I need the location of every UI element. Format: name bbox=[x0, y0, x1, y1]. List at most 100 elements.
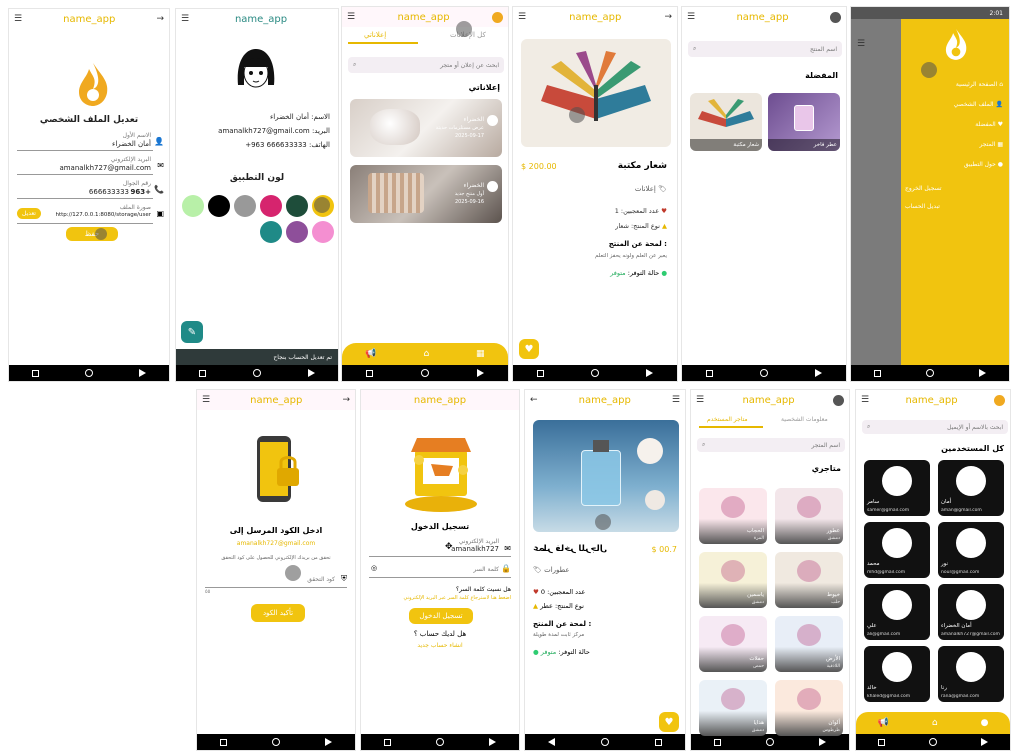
favorite-card[interactable]: شعار مكتبة bbox=[690, 93, 762, 151]
tab-my-ads[interactable]: إعلاناتي bbox=[364, 31, 386, 39]
search-bar[interactable]: ⌕ اسم المنتج bbox=[688, 41, 842, 57]
save-button[interactable]: حفظ bbox=[66, 227, 118, 241]
store-card[interactable]: هدايا دمشق bbox=[699, 680, 767, 736]
login-button[interactable]: تسجيل الدخول bbox=[409, 608, 473, 624]
favorite-card[interactable]: عطر فاخر bbox=[768, 93, 840, 151]
color-swatch-purple[interactable] bbox=[286, 221, 308, 243]
color-swatch-gray[interactable] bbox=[234, 195, 256, 217]
store-card[interactable]: ألوان طرطوس bbox=[775, 680, 843, 736]
arrow-forward-icon[interactable]: → bbox=[156, 14, 164, 24]
user-card[interactable]: علي ali@gmail.com bbox=[864, 584, 930, 640]
search-bar[interactable]: ⌕ ابحث عن إعلان أو متجر bbox=[348, 57, 504, 73]
home-icon[interactable] bbox=[435, 738, 444, 746]
favorite-fab-button[interactable]: ♥ bbox=[659, 712, 679, 732]
back-icon[interactable] bbox=[307, 369, 315, 377]
back-icon[interactable] bbox=[489, 738, 497, 746]
first-name-field[interactable]: أمان الخضراء bbox=[112, 140, 151, 148]
home-icon[interactable] bbox=[601, 738, 609, 746]
search-bar[interactable]: ⌕ ابحث بالاسم أو الإيميل bbox=[862, 420, 1008, 434]
edit-fab-button[interactable]: ✎ bbox=[181, 321, 203, 343]
home-icon[interactable] bbox=[252, 369, 261, 377]
back-icon[interactable] bbox=[477, 369, 484, 377]
drawer-item-switch[interactable]: تبديل الحساب bbox=[905, 203, 940, 210]
store-card[interactable]: خيوط حلب bbox=[775, 552, 843, 608]
back-icon[interactable] bbox=[646, 369, 654, 377]
color-swatch-darkgreen[interactable] bbox=[286, 195, 308, 217]
drawer-item-about[interactable]: حول التطبيق ● bbox=[964, 161, 1003, 168]
password-field[interactable]: كلمة السر bbox=[473, 566, 499, 573]
recents-icon[interactable] bbox=[713, 738, 721, 746]
back-icon[interactable] bbox=[548, 738, 555, 746]
home-icon[interactable] bbox=[85, 369, 93, 377]
drawer-item-favorites[interactable]: المفضلة ♥ bbox=[975, 121, 1003, 128]
ad-card[interactable]: الخضراء أول منتج جديد 2025-09-16 bbox=[350, 165, 502, 223]
tab-personal-info[interactable]: معلومات الشخصية bbox=[781, 416, 828, 423]
visibility-off-icon[interactable]: ◎ bbox=[371, 564, 377, 572]
recents-icon[interactable] bbox=[219, 738, 227, 746]
recents-icon[interactable] bbox=[383, 738, 391, 746]
arrow-forward-icon[interactable]: → bbox=[342, 395, 350, 405]
back-icon[interactable] bbox=[819, 738, 827, 746]
back-icon[interactable] bbox=[981, 738, 988, 746]
phone-field[interactable]: 666633333 bbox=[89, 188, 129, 196]
users-tab-icon[interactable]: ● bbox=[981, 718, 989, 728]
tab-user-stores[interactable]: متاجر المستخدم bbox=[707, 416, 748, 423]
menu-icon[interactable]: ☰ bbox=[687, 12, 695, 22]
menu-icon[interactable]: ☰ bbox=[181, 14, 189, 24]
favorite-fab-button[interactable]: ♥ bbox=[519, 339, 539, 359]
color-swatch-pink[interactable] bbox=[260, 195, 282, 217]
image-url-field[interactable]: http://127.0.0.1:8080/storage/user bbox=[45, 212, 151, 218]
drawer-item-store[interactable]: المتجر ▦ bbox=[979, 141, 1003, 148]
color-swatch-teal[interactable] bbox=[260, 221, 282, 243]
menu-icon[interactable]: ☰ bbox=[857, 39, 865, 49]
menu-icon[interactable]: ☰ bbox=[347, 12, 355, 22]
store-card[interactable]: الحجاب المزة bbox=[699, 488, 767, 544]
user-card[interactable]: خالد khaled@gmail.com bbox=[864, 646, 930, 702]
back-icon[interactable] bbox=[979, 369, 987, 377]
code-field[interactable]: ٥٥ bbox=[205, 589, 210, 595]
user-card[interactable]: أمان aman@gmail.com bbox=[938, 460, 1004, 516]
recents-icon[interactable] bbox=[705, 369, 713, 377]
arrow-forward-icon[interactable]: → bbox=[664, 12, 672, 22]
menu-icon[interactable]: ☰ bbox=[861, 395, 869, 405]
home-icon[interactable] bbox=[759, 369, 768, 377]
back-icon[interactable] bbox=[139, 369, 146, 377]
back-icon[interactable] bbox=[815, 369, 823, 377]
recents-icon[interactable] bbox=[32, 369, 39, 377]
store-tab-icon[interactable]: ▦ bbox=[476, 349, 485, 359]
recents-icon[interactable] bbox=[536, 369, 544, 377]
home-icon[interactable] bbox=[765, 738, 774, 746]
recents-icon[interactable] bbox=[366, 369, 373, 377]
menu-icon[interactable]: ☰ bbox=[14, 14, 22, 24]
home-tab-icon[interactable]: ⌂ bbox=[423, 349, 429, 359]
user-card[interactable]: رنا rana@gmail.com bbox=[938, 646, 1004, 702]
menu-icon[interactable]: ☰ bbox=[696, 395, 704, 405]
recents-icon[interactable] bbox=[655, 738, 662, 746]
drawer-item-profile[interactable]: الملف الشخصي 👤 bbox=[954, 101, 1003, 108]
megaphone-icon[interactable]: 📢 bbox=[365, 349, 376, 359]
recents-icon[interactable] bbox=[878, 738, 885, 746]
back-icon[interactable] bbox=[325, 738, 333, 746]
search-bar[interactable]: ⌕ اسم المتجر bbox=[697, 438, 845, 452]
recents-icon[interactable] bbox=[873, 369, 881, 377]
user-card[interactable]: محمد mhd@gmail.com bbox=[864, 522, 930, 578]
menu-icon[interactable]: ☰ bbox=[202, 395, 210, 405]
drawer-item-logout[interactable]: تسجيل الخروج bbox=[905, 185, 942, 192]
home-icon[interactable] bbox=[271, 738, 280, 746]
drawer-item-home[interactable]: الصفحة الرئيسية ⌂ bbox=[956, 81, 1003, 88]
arrow-back-icon[interactable]: ← bbox=[530, 395, 538, 405]
ad-card[interactable]: الخضراء عرض مستلزمات حديثة 2025-09-17 bbox=[350, 99, 502, 157]
home-icon[interactable] bbox=[929, 738, 937, 746]
menu-icon[interactable]: ☰ bbox=[518, 12, 526, 22]
user-card[interactable]: أمان الخضراء amanalkh727@gmail.com bbox=[938, 584, 1004, 640]
store-card[interactable]: الأرض اللاذقية bbox=[775, 616, 843, 672]
store-card[interactable]: ياسمين دمشق bbox=[699, 552, 767, 608]
recents-icon[interactable] bbox=[199, 369, 207, 377]
forgot-password-link[interactable]: اضغط هنا لاسترجاع كلمة السر عبر البريد ا… bbox=[369, 595, 511, 601]
create-account-link[interactable]: انشاء حساب جديد bbox=[361, 642, 519, 649]
color-swatch-black[interactable] bbox=[208, 195, 230, 217]
home-icon[interactable] bbox=[590, 369, 599, 377]
country-code[interactable]: 963+ bbox=[131, 188, 151, 196]
email-field[interactable]: amanalkh727 bbox=[451, 545, 499, 553]
confirm-code-button[interactable]: تأكيد الكود bbox=[251, 604, 305, 622]
